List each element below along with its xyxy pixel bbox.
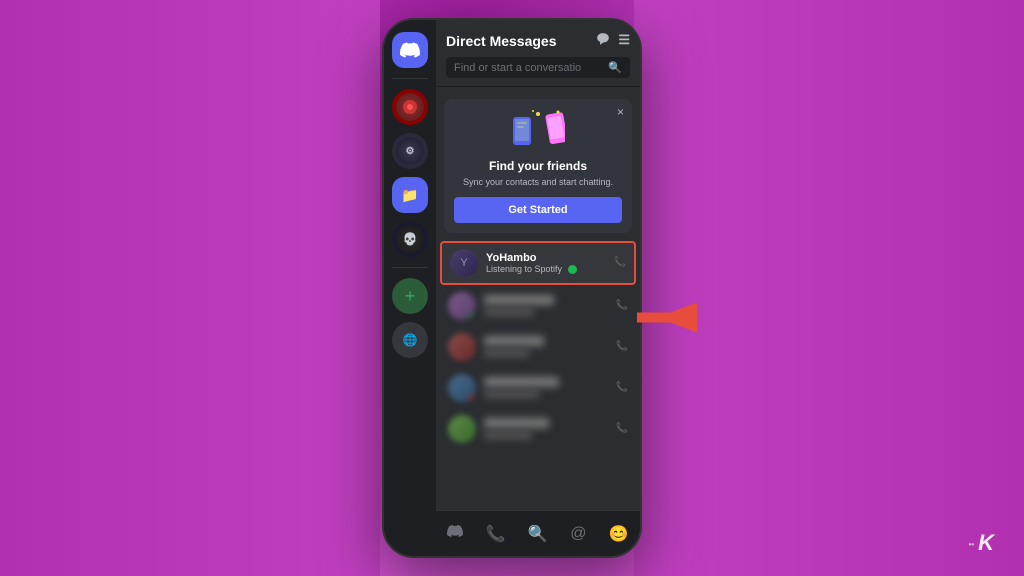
dm-title-text: Direct Messages xyxy=(446,33,557,49)
user5-status xyxy=(484,431,532,439)
dm-header: Direct Messages ☰ xyxy=(436,20,640,87)
sidebar-item-server-3[interactable]: 📁 xyxy=(392,177,428,213)
dm-title-bar: Direct Messages ☰ xyxy=(446,32,630,49)
user4-status xyxy=(484,390,539,398)
sidebar-divider xyxy=(392,78,428,79)
banner-close-button[interactable]: × xyxy=(617,105,624,119)
bg-right xyxy=(634,0,1024,576)
bottom-nav: 📞 🔍 @ 😊 xyxy=(436,510,640,556)
yohambo-status: Listening to Spotify xyxy=(486,264,606,274)
user3-avatar xyxy=(448,333,476,361)
sidebar-item-server-2[interactable]: ⚙ xyxy=(392,133,428,169)
red-arrow-indicator xyxy=(637,298,697,343)
user2-status-dot xyxy=(468,312,476,320)
menu-icon[interactable]: ☰ xyxy=(618,32,630,49)
new-dm-icon[interactable] xyxy=(596,32,610,49)
server-sidebar: ⚙ 📁 💀 + 🌐 xyxy=(384,20,436,556)
nav-emoji-icon[interactable]: 😊 xyxy=(605,520,633,548)
dm-item-yohambo[interactable]: Y YoHambo Listening to Spotify 📞 xyxy=(440,241,636,285)
dm-item-user3[interactable]: 📞 xyxy=(440,327,636,367)
user2-name xyxy=(484,295,554,305)
nav-mention-icon[interactable]: @ xyxy=(566,521,590,547)
sidebar-item-explore[interactable]: 🌐 xyxy=(392,322,428,358)
user4-info xyxy=(484,377,608,398)
user3-action: 📞 xyxy=(616,341,628,352)
banner-title: Find your friends xyxy=(454,159,622,173)
user4-action: 📞 xyxy=(616,382,628,393)
user4-avatar xyxy=(448,374,476,402)
banner-subtitle: Sync your contacts and start chatting. xyxy=(454,177,622,189)
friend-banner: × xyxy=(444,99,632,233)
nav-search-icon[interactable]: 🔍 xyxy=(524,520,552,548)
get-started-button[interactable]: Get Started xyxy=(454,197,622,223)
user5-avatar xyxy=(448,415,476,443)
dm-item-user2[interactable]: 📞 xyxy=(440,286,636,326)
sidebar-divider-2 xyxy=(392,267,428,268)
search-bar: 🔍 xyxy=(446,57,630,78)
nav-phone-icon[interactable]: 📞 xyxy=(482,520,510,548)
user4-status-dot xyxy=(468,394,476,402)
user3-info xyxy=(484,336,608,357)
call-icon[interactable]: 📞 xyxy=(614,257,626,268)
user4-name xyxy=(484,377,559,387)
user5-call-icon[interactable]: 📞 xyxy=(616,423,628,434)
user3-name xyxy=(484,336,544,346)
user3-status xyxy=(484,349,529,357)
dm-title-icons: ☰ xyxy=(596,32,630,49)
dm-list: × xyxy=(436,87,640,510)
sidebar-item-add-server[interactable]: + xyxy=(392,278,428,314)
yohambo-action: 📞 xyxy=(614,257,626,268)
user4-call-icon[interactable]: 📞 xyxy=(616,382,628,393)
spotify-icon xyxy=(568,265,577,274)
yohambo-name: YoHambo xyxy=(486,252,606,264)
user5-name xyxy=(484,418,549,428)
user2-action: 📞 xyxy=(616,300,628,311)
user2-call-icon[interactable]: 📞 xyxy=(616,300,628,311)
user3-call-icon[interactable]: 📞 xyxy=(616,341,628,352)
sidebar-item-server-4[interactable]: 💀 xyxy=(392,221,428,257)
yohambo-info: YoHambo Listening to Spotify xyxy=(486,252,606,274)
dm-item-user4[interactable]: 📞 xyxy=(440,368,636,408)
user5-info xyxy=(484,418,608,439)
bg-left xyxy=(0,0,380,576)
user5-action: 📞 xyxy=(616,423,628,434)
watermark: ••K xyxy=(969,530,995,556)
user2-avatar xyxy=(448,292,476,320)
dm-panel: Direct Messages ☰ xyxy=(436,20,640,556)
dm-item-user5[interactable]: 📞 xyxy=(440,409,636,449)
nav-discord-icon[interactable] xyxy=(443,519,467,548)
yohambo-avatar: Y xyxy=(450,249,478,277)
search-input[interactable] xyxy=(454,62,604,74)
phone-mockup: ⚙ 📁 💀 + 🌐 D xyxy=(382,18,642,558)
user2-info xyxy=(484,295,608,316)
search-icon: 🔍 xyxy=(608,61,622,74)
user2-status xyxy=(484,308,534,316)
sidebar-item-server-1[interactable] xyxy=(392,89,428,125)
sidebar-item-discord-home[interactable] xyxy=(392,32,428,68)
banner-illustration xyxy=(454,109,622,153)
phone-wrapper: ⚙ 📁 💀 + 🌐 D xyxy=(382,18,642,558)
